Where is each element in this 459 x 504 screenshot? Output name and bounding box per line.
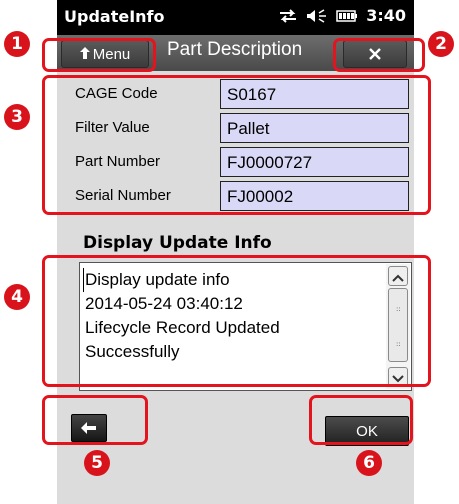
callout-box-back (42, 395, 148, 445)
callout-badge-1: 1 (4, 31, 30, 57)
status-icons: 3:40 (278, 6, 406, 25)
battery-icon (336, 9, 358, 23)
callout-box-fields (42, 75, 431, 215)
callout-badge-2: 2 (428, 31, 454, 57)
volume-icon (306, 8, 328, 24)
callout-badge-4: 4 (4, 284, 30, 310)
callout-box-close (333, 38, 425, 72)
status-bar: UpdateInfo 3:40 (57, 0, 414, 35)
callout-box-menu (42, 38, 156, 72)
callout-box-ok (309, 395, 413, 445)
app-name: UpdateInfo (64, 7, 165, 26)
callout-badge-6: 6 (356, 450, 382, 476)
page-title: Part Description (167, 39, 303, 60)
update-info-heading: Display Update Info (83, 233, 272, 253)
sync-icon (278, 8, 298, 24)
callout-badge-5: 5 (84, 450, 110, 476)
callout-box-update-info (42, 255, 431, 387)
clock: 3:40 (366, 6, 406, 25)
callout-badge-3: 3 (4, 104, 30, 130)
